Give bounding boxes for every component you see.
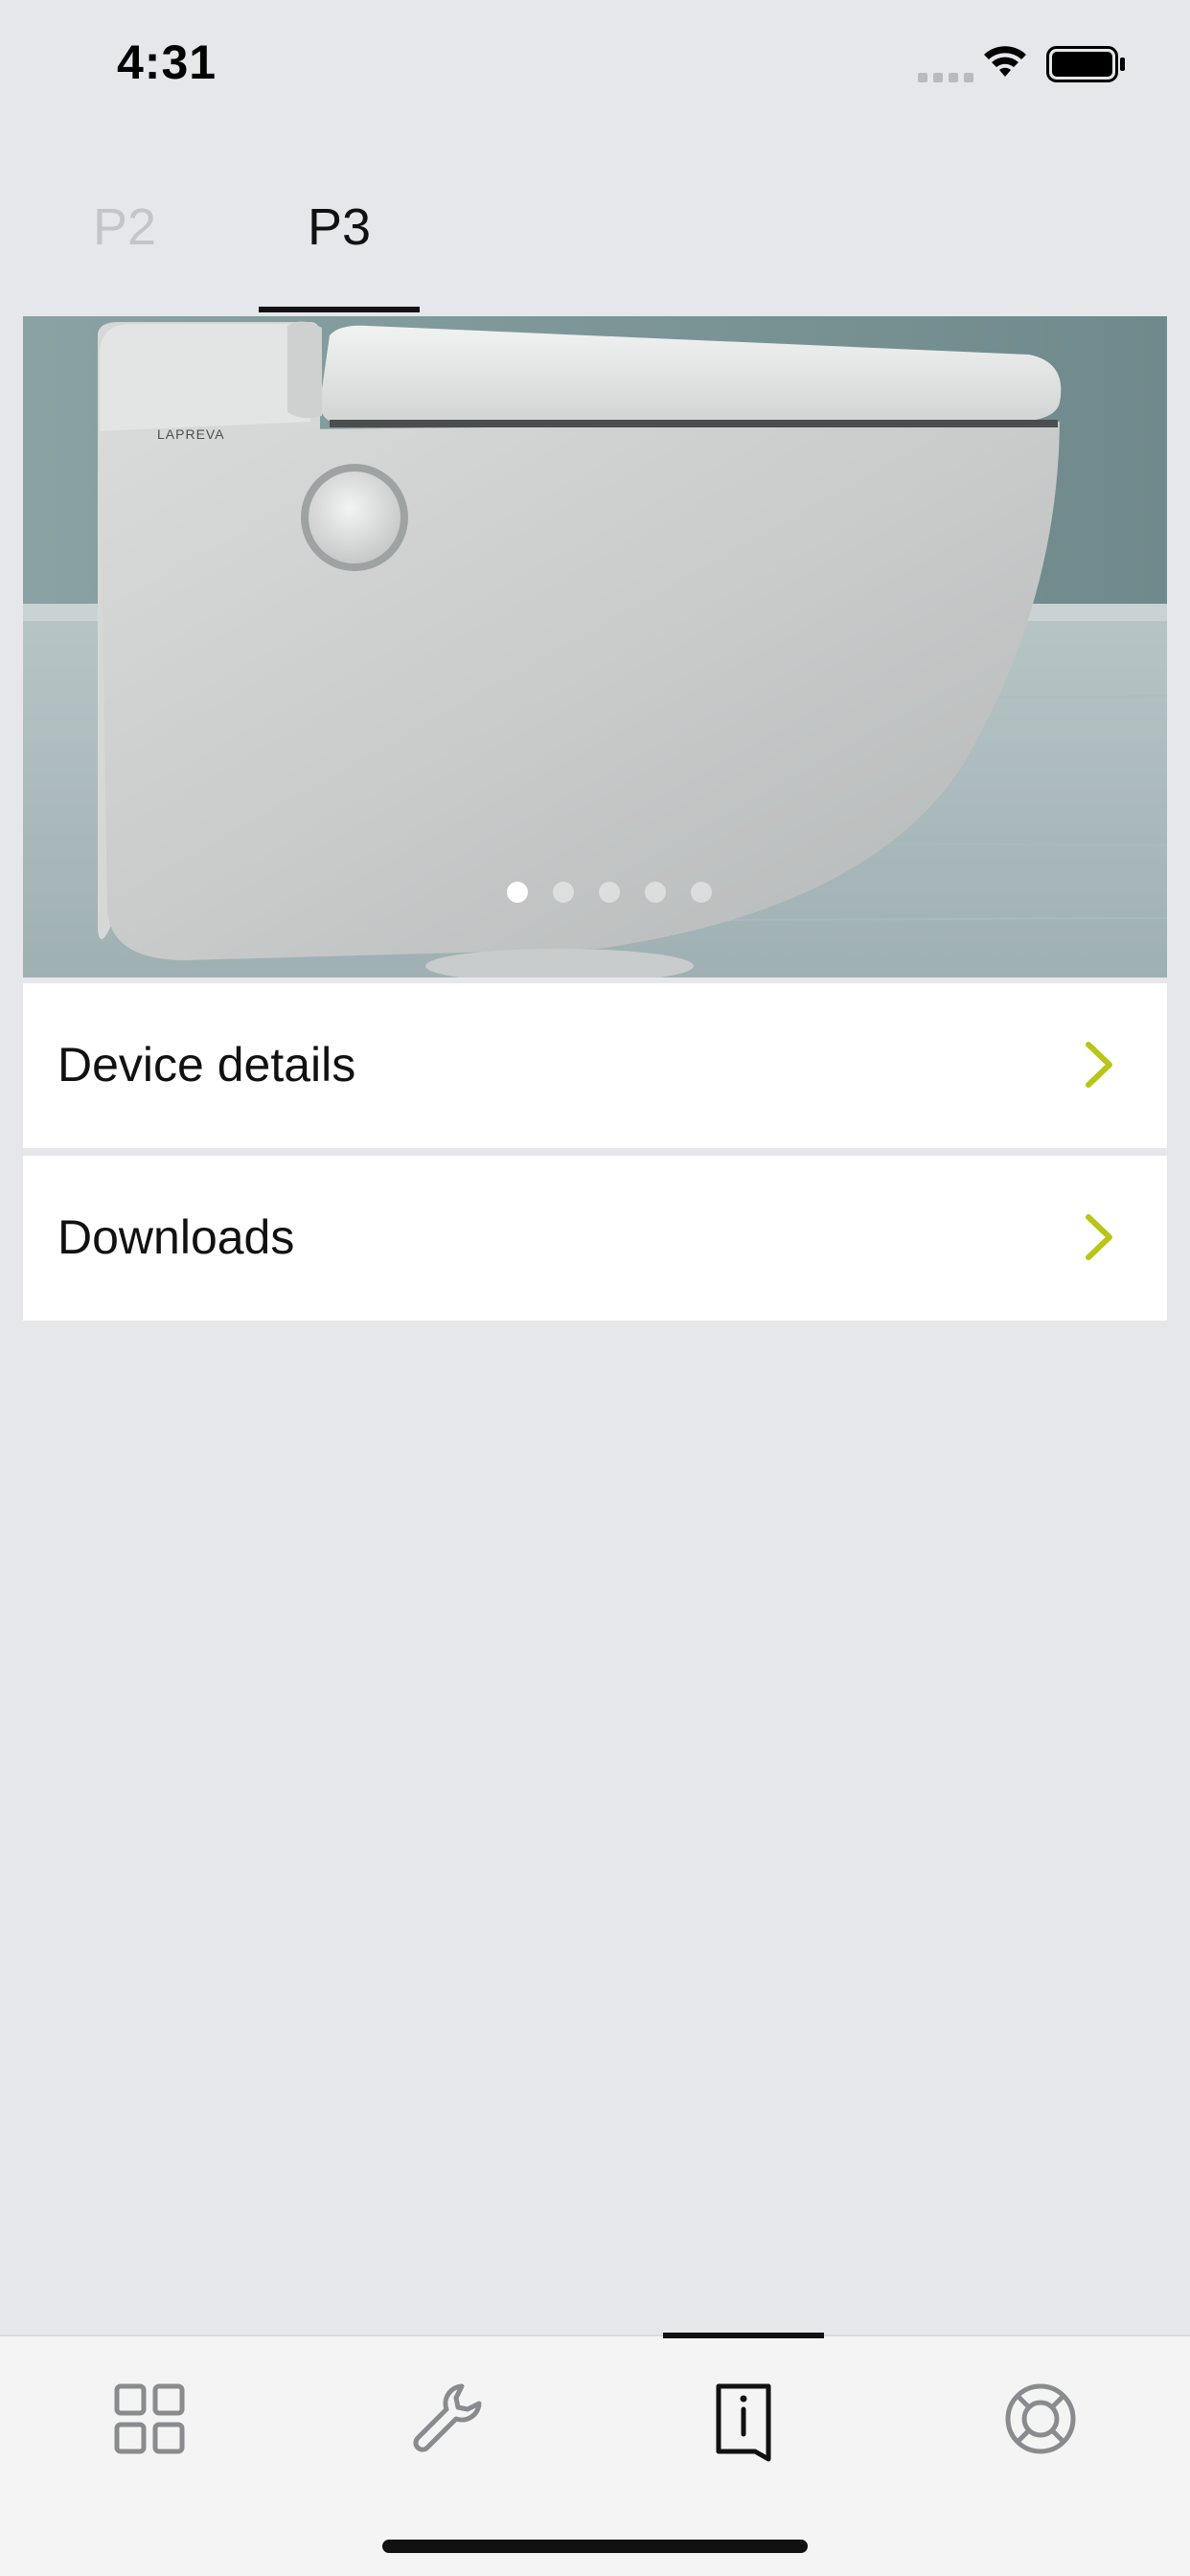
tab-p2-label: P2 [92, 198, 157, 256]
screen: 4:31 P2 P3 LAPREVA Device details Downlo… [0, 0, 1190, 2576]
product-photo: LAPREVA [23, 316, 1167, 978]
cellular-signal-icon [918, 73, 973, 82]
wifi-icon [984, 46, 1026, 77]
device-details-label: Device details [57, 1038, 356, 1092]
tab-support[interactable] [983, 2371, 1098, 2486]
info-book-icon [716, 2383, 771, 2462]
bottom-tab-bar [0, 2333, 1190, 2576]
wrench-icon [413, 2383, 482, 2452]
chevron-right-icon [1086, 1042, 1112, 1088]
tab-p3-label: P3 [307, 198, 372, 256]
device-details-row[interactable]: Device details [23, 983, 1167, 1148]
carousel-dot-2[interactable] [553, 882, 574, 903]
grid-icon [114, 2383, 185, 2454]
tab-dashboard[interactable] [92, 2371, 207, 2486]
downloads-row[interactable]: Downloads [23, 1156, 1167, 1321]
status-bar: 4:31 [0, 0, 1190, 134]
status-time: 4:31 [117, 35, 217, 89]
chevron-right-icon [1086, 1214, 1112, 1260]
tab-service[interactable] [389, 2371, 504, 2486]
tab-selected-underline [259, 307, 420, 312]
tab-p3[interactable]: P3 [259, 201, 420, 312]
tab-p2[interactable]: P2 [57, 201, 192, 312]
carousel-dot-4[interactable] [645, 882, 666, 903]
brand-logo: LAPREVA [157, 426, 225, 442]
carousel-dot-1[interactable] [507, 882, 528, 903]
battery-icon [1046, 46, 1125, 82]
tab-bar-selected-indicator [663, 2333, 824, 2338]
carousel-page-indicator [23, 882, 1167, 905]
home-indicator[interactable] [382, 2540, 808, 2553]
carousel-dot-3[interactable] [599, 882, 620, 903]
tab-info[interactable] [686, 2371, 801, 2486]
product-image-carousel[interactable]: LAPREVA [23, 316, 1167, 978]
downloads-label: Downloads [57, 1210, 295, 1264]
device-tabs: P2 P3 [0, 172, 1190, 312]
lifebuoy-icon [1005, 2383, 1076, 2454]
carousel-dot-5[interactable] [691, 882, 712, 903]
